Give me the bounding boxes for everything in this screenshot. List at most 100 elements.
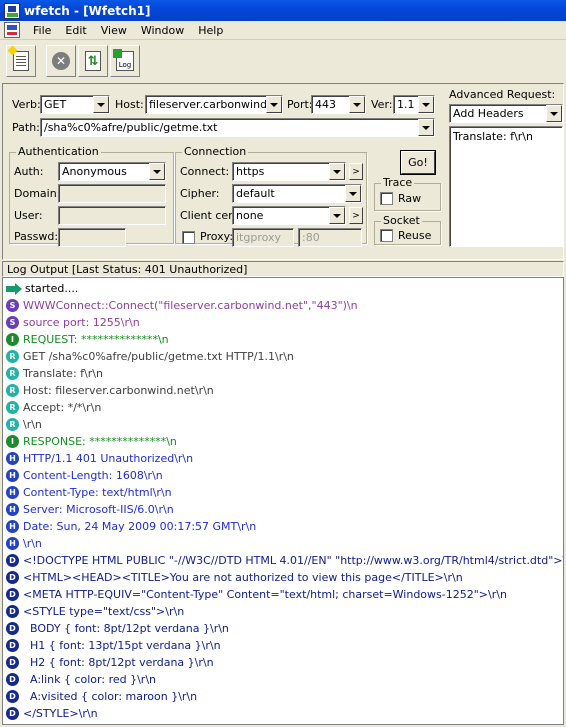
reuse-checkbox[interactable] — [380, 229, 393, 242]
log-line: R Translate: f\r\n — [3, 365, 563, 382]
log-line: H Content-Type: text/html\r\n — [3, 484, 563, 501]
menu-help[interactable]: Help — [191, 24, 230, 37]
proxy-checkbox[interactable] — [182, 231, 195, 244]
header-icon: H — [6, 452, 19, 465]
domain-label: Domain: — [14, 187, 61, 200]
menu-view[interactable]: View — [94, 24, 134, 37]
menu-edit[interactable]: Edit — [58, 24, 93, 37]
chevron-down-icon[interactable] — [149, 163, 165, 180]
advanced-request-textarea[interactable]: Translate: f\r\n — [449, 126, 563, 247]
trace-group-label: Trace — [381, 176, 415, 189]
passwd-label: Passwd: — [14, 230, 59, 243]
request-icon: R — [6, 401, 19, 414]
cipher-select[interactable]: default — [232, 184, 362, 203]
chevron-down-icon[interactable] — [418, 119, 434, 136]
log-line: S WWWConnect::Connect("fileserver.carbonw… — [3, 297, 563, 314]
host-select[interactable]: fileserver.carbonwind.net — [145, 95, 283, 114]
log-line-text: <HTML><HEAD><TITLE>You are not authorize… — [23, 571, 463, 584]
connect-select[interactable]: https — [232, 162, 346, 181]
trace-group: Trace Raw — [374, 176, 441, 211]
advanced-mode-select[interactable]: Add Headers — [449, 104, 563, 123]
header-icon: H — [6, 503, 19, 516]
menu-window[interactable]: Window — [134, 24, 191, 37]
wfetch-app-icon[interactable] — [4, 2, 20, 19]
log-line-text: H1 { font: 13pt/15pt verdana }\r\n — [23, 639, 221, 652]
chevron-down-icon[interactable] — [349, 96, 365, 113]
socket-group-label: Socket — [381, 214, 422, 227]
chevron-down-icon[interactable] — [93, 96, 109, 113]
log-output[interactable]: started.... S WWWConnect::Connect("fileser… — [2, 277, 564, 725]
domain-field[interactable] — [58, 184, 166, 203]
request-icon: R — [6, 418, 19, 431]
log-line-text: <STYLE type="text/css">\r\n — [23, 605, 185, 618]
log-line-text: GET /sha%c0%afre/public/getme.txt HTTP/1… — [23, 350, 294, 363]
cipher-value: default — [236, 187, 275, 200]
log-line-text: RESPONSE: **************\n — [23, 435, 177, 448]
refresh-button[interactable]: ⇅ — [78, 45, 108, 77]
stop-icon: ✕ — [52, 52, 70, 70]
stop-button[interactable]: ✕ — [46, 45, 76, 77]
log-line: I RESPONSE: **************\n — [3, 433, 563, 450]
chevron-down-icon[interactable] — [329, 163, 345, 180]
authentication-group: Authentication Auth: Anonymous Domain: U… — [9, 145, 174, 247]
go-button[interactable]: Go! — [401, 151, 435, 174]
user-field[interactable] — [58, 206, 166, 225]
start-arrow-icon — [6, 282, 22, 295]
port-select[interactable]: 443 — [311, 95, 366, 114]
path-value: /sha%c0%afre/public/getme.txt — [44, 121, 218, 134]
log-line: D <STYLE type="text/css">\r\n — [3, 603, 563, 620]
menu-file[interactable]: File — [26, 24, 58, 37]
header-icon: H — [6, 469, 19, 482]
client-cert-select[interactable]: none — [232, 206, 346, 225]
header-icon: H — [6, 520, 19, 533]
auth-select[interactable]: Anonymous — [58, 162, 166, 181]
chevron-down-icon[interactable] — [345, 185, 361, 202]
proxy-port-field[interactable]: :80 — [298, 228, 362, 247]
path-select[interactable]: /sha%c0%afre/public/getme.txt — [40, 118, 435, 137]
log-line: started.... — [3, 280, 563, 297]
log-line: D <!DOCTYPE HTML PUBLIC "-//W3C//DTD HTML… — [3, 552, 563, 569]
raw-checkbox[interactable] — [380, 192, 393, 205]
log-icon-label: Log — [118, 61, 132, 69]
client-cert-value: none — [236, 209, 264, 222]
data-icon: D — [6, 588, 19, 601]
connect-value: https — [236, 165, 265, 178]
password-field[interactable] — [58, 228, 126, 247]
connect-options-button[interactable]: > — [349, 163, 363, 180]
log-line: R Accept: */*\r\n — [3, 399, 563, 416]
request-icon: R — [6, 367, 19, 380]
log-line: H \r\n — [3, 535, 563, 552]
new-log-button[interactable]: Log — [110, 45, 140, 77]
log-line-text: A:visited { color: maroon }\r\n — [23, 690, 198, 703]
chevron-down-icon[interactable] — [418, 96, 434, 113]
version-select[interactable]: 1.1 — [393, 95, 435, 114]
log-line-text: Accept: */*\r\n — [23, 401, 102, 414]
log-line: D BODY { font: 8pt/12pt verdana }\r\n — [3, 620, 563, 637]
request-icon: R — [6, 350, 19, 363]
port-value: 443 — [315, 98, 336, 111]
proxy-label: Proxy: — [200, 230, 234, 243]
new-request-button[interactable] — [6, 45, 36, 77]
client-cert-options-button[interactable]: > — [349, 207, 363, 224]
verb-select[interactable]: GET — [40, 95, 110, 114]
log-line: D <HTML><HEAD><TITLE>You are not authoriz… — [3, 569, 563, 586]
raw-label: Raw — [398, 192, 422, 205]
chevron-down-icon[interactable] — [266, 96, 282, 113]
log-line-text: A:link { color: red }\r\n — [23, 673, 157, 686]
log-line-text: Server: Microsoft-IIS/6.0\r\n — [23, 503, 174, 516]
advanced-request-label: Advanced Request: — [449, 88, 556, 101]
log-line-text: HTTP/1.1 401 Unauthorized\r\n — [23, 452, 194, 465]
document-system-menu-icon[interactable] — [4, 22, 20, 38]
request-panel: Verb: GET Host: fileserver.carbonwind.ne… — [2, 83, 564, 260]
data-icon: D — [6, 622, 19, 635]
version-value: 1.1 — [397, 98, 415, 111]
chevron-down-icon[interactable] — [329, 207, 345, 224]
host-value: fileserver.carbonwind.net — [149, 98, 283, 111]
cipher-label: Cipher: — [180, 187, 220, 200]
data-icon: D — [6, 707, 19, 720]
log-line: H HTTP/1.1 401 Unauthorized\r\n — [3, 450, 563, 467]
chevron-down-icon[interactable] — [546, 105, 562, 122]
host-label: Host: — [115, 98, 144, 111]
proxy-host-field[interactable]: itgproxy — [232, 228, 294, 247]
data-icon: D — [6, 639, 19, 652]
